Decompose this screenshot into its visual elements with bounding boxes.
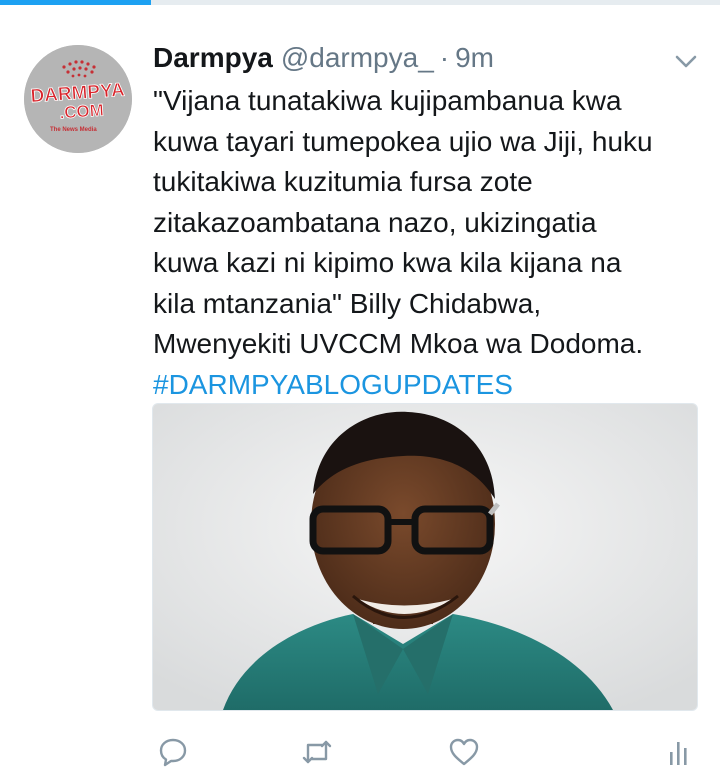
heart-icon[interactable] (446, 735, 482, 769)
logo-tagline: The News Media (50, 127, 97, 133)
tweet-card[interactable]: DARMPYA .COM The News Media Darmpya @dar… (0, 5, 720, 774)
reply-icon[interactable] (155, 735, 191, 769)
chevron-down-icon[interactable] (672, 47, 700, 75)
author-handle[interactable]: @darmpya_ (281, 42, 434, 74)
tweet-text-line: kila mtanzania" Billy Chidabwa, (153, 287, 542, 319)
logo-line2: .COM (59, 100, 105, 122)
hashtag-link[interactable]: #DARMPYABLOGUPDATES (153, 369, 513, 400)
tweet-text: "Vijana tunatakiwa kujipambanua kwa kuwa… (153, 81, 703, 405)
tweet-header: Darmpya @darmpya_ · 9m (153, 38, 494, 78)
darmpya-logo: DARMPYA .COM The News Media (24, 45, 132, 153)
tweet-timestamp[interactable]: 9m (455, 42, 494, 74)
tweet-photo[interactable] (152, 403, 698, 711)
retweet-icon[interactable] (299, 735, 335, 769)
tweet-actions (0, 727, 720, 777)
tweet-text-line: kuwa tayari tumepokea ujio wa Jiji, huku (153, 125, 653, 157)
tweet-text-line: "Vijana tunatakiwa kujipambanua kwa (153, 85, 622, 116)
tweet-text-line: zitakazoambatana nazo, ukizingatia (153, 206, 597, 238)
author-name[interactable]: Darmpya (153, 42, 273, 74)
tweet-text-line: tukitakiwa kuzitumia fursa zote (153, 166, 533, 197)
tweet-text-line: Mwenyekiti UVCCM Mkoa wa Dodoma. (153, 328, 644, 359)
tweet-text-line: kuwa kazi ni kipimo kwa kila kijana na (153, 247, 622, 278)
avatar[interactable]: DARMPYA .COM The News Media (24, 45, 132, 153)
analytics-icon[interactable] (660, 735, 696, 769)
separator-dot: · (439, 42, 450, 73)
